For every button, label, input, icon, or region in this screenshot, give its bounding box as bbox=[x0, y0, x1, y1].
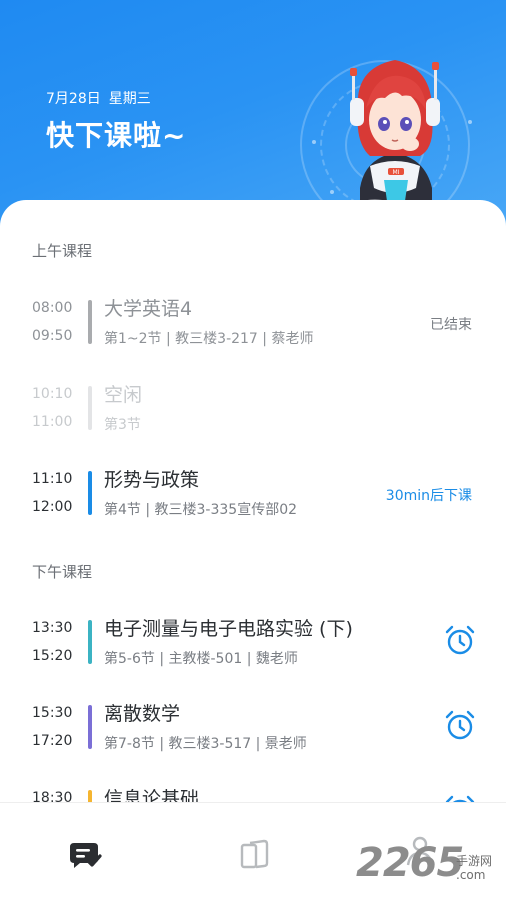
course-info: 第1~2节 | 教三楼3-217 | 蔡老师 bbox=[104, 331, 314, 347]
course-name: 大学英语4 bbox=[104, 298, 193, 320]
course-start-time: 13:30 bbox=[32, 620, 73, 636]
morning-section-title: 上午课程 bbox=[32, 242, 93, 260]
course-row[interactable]: 13:30 15:20 电子测量与电子电路实验 (下) 第5-6节 | 主教楼-… bbox=[0, 618, 506, 690]
books-icon[interactable] bbox=[236, 837, 272, 873]
course-color-bar bbox=[88, 300, 92, 344]
course-row[interactable]: 08:00 09:50 大学英语4 第1~2节 | 教三楼3-217 | 蔡老师… bbox=[0, 298, 506, 370]
course-status: 已结束 bbox=[430, 317, 472, 333]
course-color-bar bbox=[88, 471, 92, 515]
date-label: 7月28日 星期三 bbox=[46, 88, 151, 108]
course-countdown: 30min后下课 bbox=[385, 488, 472, 504]
watermark-logo: 2265 手游网 .com bbox=[356, 840, 506, 890]
course-name: 空闲 bbox=[104, 384, 143, 406]
course-row[interactable]: 11:10 12:00 形势与政策 第4节 | 教三楼3-335宣传部02 30… bbox=[0, 469, 506, 541]
mascot-illustration: MI bbox=[345, 60, 440, 216]
course-end-time: 12:00 bbox=[32, 499, 73, 515]
course-info: 第4节 | 教三楼3-335宣传部02 bbox=[104, 502, 298, 518]
afternoon-section-title: 下午课程 bbox=[32, 563, 93, 581]
course-start-time: 10:10 bbox=[32, 386, 73, 402]
course-info: 第3节 bbox=[104, 417, 141, 433]
course-start-time: 15:30 bbox=[32, 705, 73, 721]
course-end-time: 17:20 bbox=[32, 733, 73, 749]
watermark-site-com: .com bbox=[456, 868, 486, 882]
date-text: 7月28日 bbox=[46, 91, 101, 107]
page-title: 快下课啦~ bbox=[46, 119, 187, 152]
chat-check-icon[interactable] bbox=[66, 837, 102, 873]
course-name: 形势与政策 bbox=[104, 469, 200, 491]
course-color-bar bbox=[88, 705, 92, 749]
course-row[interactable]: 15:30 17:20 离散数学 第7-8节 | 教三楼3-517 | 景老师 bbox=[0, 703, 506, 775]
alarm-clock-icon[interactable] bbox=[444, 709, 476, 741]
course-start-time: 08:00 bbox=[32, 300, 73, 316]
course-info: 第5-6节 | 主教楼-501 | 魏老师 bbox=[104, 651, 298, 667]
alarm-clock-icon[interactable] bbox=[444, 624, 476, 656]
watermark-site-cn: 手游网 bbox=[456, 854, 493, 868]
course-color-bar bbox=[88, 620, 92, 664]
course-info: 第7-8节 | 教三楼3-517 | 景老师 bbox=[104, 736, 307, 752]
course-row[interactable]: 10:10 11:00 空闲 第3节 bbox=[0, 384, 506, 456]
watermark-number: 2265 bbox=[356, 840, 464, 886]
course-end-time: 15:20 bbox=[32, 648, 73, 664]
course-end-time: 09:50 bbox=[32, 328, 73, 344]
course-end-time: 11:00 bbox=[32, 414, 73, 430]
course-color-bar bbox=[88, 386, 92, 430]
weekday-text: 星期三 bbox=[108, 91, 151, 107]
course-name: 离散数学 bbox=[104, 703, 181, 725]
course-start-time: 11:10 bbox=[32, 471, 73, 487]
schedule-sheet: 上午课程 08:00 09:50 大学英语4 第1~2节 | 教三楼3-217 … bbox=[0, 200, 506, 810]
course-name: 电子测量与电子电路实验 (下) bbox=[104, 618, 353, 640]
mascot-badge: MI bbox=[393, 169, 400, 176]
